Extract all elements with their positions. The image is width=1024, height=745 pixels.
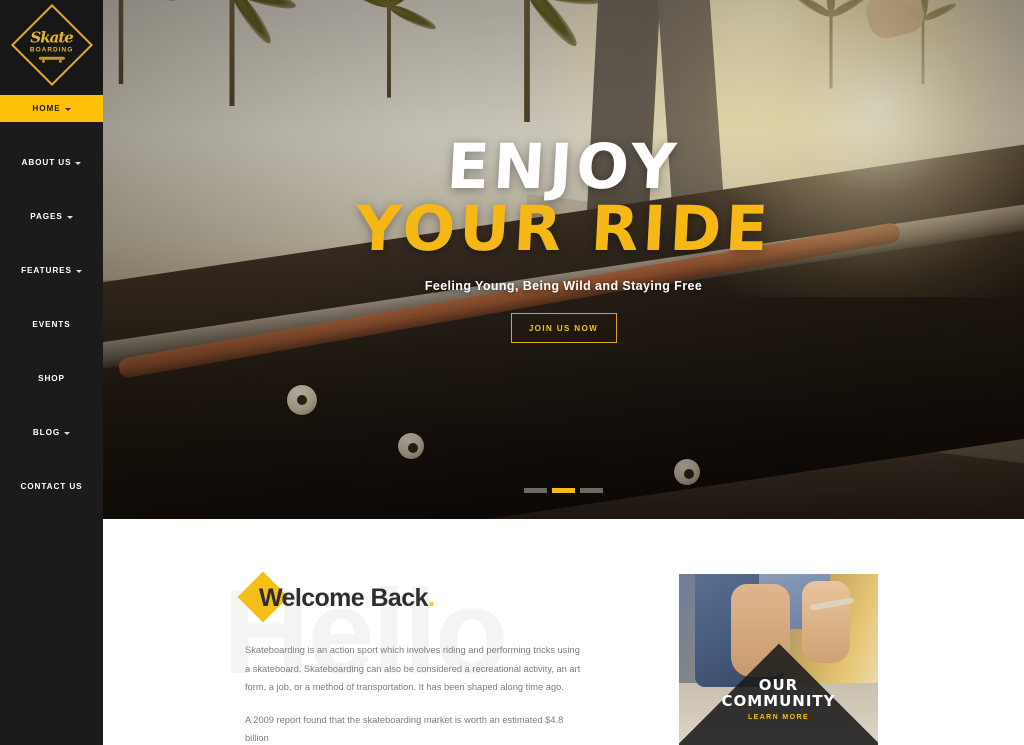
welcome-text-column: Welcome Back. Skateboarding is an action… <box>237 571 585 745</box>
sidebar-item-about-us[interactable]: ABOUT US <box>0 149 103 176</box>
sidebar-item-label: ABOUT US <box>21 158 72 167</box>
welcome-paragraph-1: Skateboarding is an action sport which i… <box>245 645 581 693</box>
welcome-heading-text: Welcome Back <box>259 583 428 612</box>
welcome-paragraph-2: A 2009 report found that the skateboardi… <box>245 714 564 744</box>
nav-gap <box>0 122 103 149</box>
slider-dot-3[interactable] <box>580 488 603 493</box>
hero-headline-secondary: YOUR RIDE <box>353 191 774 265</box>
welcome-heading-dot: . <box>427 583 435 612</box>
sidebar-item-label: SHOP <box>38 374 65 383</box>
welcome-section: Hello Welcome Back. Skateboarding is an … <box>103 519 1024 745</box>
slider-dot-1[interactable] <box>524 488 547 493</box>
community-title-line-2: COMMUNITY <box>721 692 836 711</box>
community-card[interactable]: OUR COMMUNITY LEARN MORE <box>679 574 878 745</box>
logo-script-text: Skate <box>30 28 73 47</box>
learn-more-link[interactable]: LEARN MORE <box>679 714 878 721</box>
logo-sub-text: BOARDING <box>29 46 74 54</box>
sidebar-item-home[interactable]: HOME <box>0 95 103 122</box>
join-us-now-button[interactable]: JOIN US NOW <box>510 313 617 344</box>
hero-slider-indicators <box>103 488 1024 493</box>
nav-gap <box>0 446 103 473</box>
sidebar-item-blog[interactable]: BLOG <box>0 419 103 446</box>
sidebar-item-label: BLOG <box>32 428 61 437</box>
sidebar-item-label: PAGES <box>30 212 63 221</box>
welcome-heading: Welcome Back. <box>237 571 585 623</box>
hero-banner: ENJOY YOUR RIDE Feeling Young, Being Wil… <box>103 0 1024 519</box>
sidebar-item-pages[interactable]: PAGES <box>0 203 103 230</box>
nav-gap <box>0 338 103 365</box>
sidebar-item-shop[interactable]: SHOP <box>0 365 103 392</box>
chevron-down-icon <box>66 215 73 219</box>
nav-gap <box>0 176 103 203</box>
chevron-down-icon <box>75 269 82 273</box>
sidebar-item-label: HOME <box>32 104 61 113</box>
main-navigation: HOME ABOUT US PAGES FEATURES EVENTS SHOP… <box>0 95 103 500</box>
hero-tagline: Feeling Young, Being Wild and Staying Fr… <box>424 279 703 294</box>
community-photo-arm <box>802 580 851 663</box>
slider-dot-2[interactable] <box>552 488 575 493</box>
sidebar: Skate BOARDING HOME ABOUT US PAGES FEATU… <box>0 0 103 745</box>
nav-gap <box>0 392 103 419</box>
chevron-down-icon <box>64 431 71 435</box>
nav-gap <box>0 230 103 257</box>
chevron-down-icon <box>64 107 71 111</box>
sidebar-item-features[interactable]: FEATURES <box>0 257 103 284</box>
chevron-down-icon <box>75 161 82 165</box>
community-caption: OUR COMMUNITY LEARN MORE <box>679 677 878 722</box>
sidebar-item-events[interactable]: EVENTS <box>0 311 103 338</box>
nav-gap <box>0 284 103 311</box>
page-title: Welcome Back. <box>259 583 435 613</box>
site-logo[interactable]: Skate BOARDING <box>0 0 103 90</box>
sidebar-item-contact-us[interactable]: CONTACT US <box>0 473 103 500</box>
hero-content: ENJOY YOUR RIDE Feeling Young, Being Wil… <box>103 0 1024 519</box>
logo-diamond-icon: Skate BOARDING <box>10 3 93 87</box>
sidebar-item-label: CONTACT US <box>20 482 83 491</box>
hero-headline-primary: ENJOY <box>445 129 682 203</box>
page-root: Skate BOARDING HOME ABOUT US PAGES FEATU… <box>0 0 1024 745</box>
community-title-line-1: OUR <box>758 675 799 694</box>
sidebar-item-label: FEATURES <box>21 266 72 275</box>
skateboard-icon <box>38 56 65 60</box>
sidebar-item-label: EVENTS <box>32 320 71 329</box>
